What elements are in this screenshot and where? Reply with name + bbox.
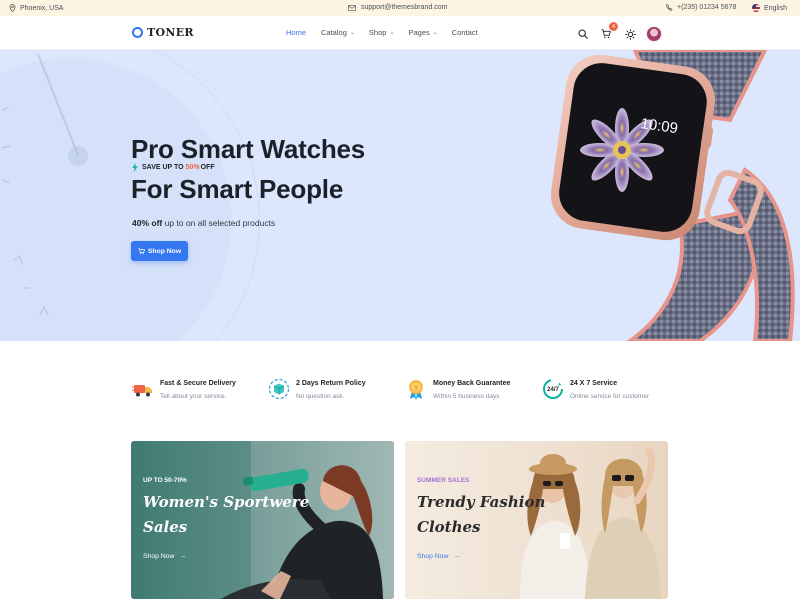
search-icon[interactable] [576, 27, 590, 41]
promo-prefix: SAVE UP TO [142, 164, 184, 171]
feature-desc: Within 5 business days [433, 393, 500, 400]
promo-suffix: OFF [200, 164, 215, 171]
nav-item-pages[interactable]: Pages ⌄ [408, 28, 437, 37]
arrow-right-icon: → [453, 553, 461, 560]
phone-icon [666, 4, 673, 11]
promo-highlight: 50% [185, 164, 200, 171]
logo-mark-icon [132, 27, 143, 38]
card-kicker: SUMMER SALES [417, 477, 470, 484]
hero-shop-now-button[interactable]: Shop Now [131, 241, 188, 261]
cart-icon [138, 247, 145, 254]
smart-watch-image: 10:09 [550, 50, 795, 341]
map-pin-icon [9, 4, 16, 12]
main-navbar: TONER Home Catalog ⌄ Shop ⌄ Pages ⌄ Contact… [0, 16, 800, 50]
nav-label: Catalog [321, 28, 347, 37]
user-avatar[interactable] [646, 26, 662, 42]
feature-title: Fast & Secure Delivery [160, 380, 236, 387]
nav-item-catalog[interactable]: Catalog ⌄ [321, 28, 355, 37]
feature-title: Money Back Guarantee [433, 380, 511, 387]
cart-icon [601, 29, 611, 39]
main-menu: Home Catalog ⌄ Shop ⌄ Pages ⌄ Contact [286, 28, 478, 37]
feature-delivery: Fast & Secure Delivery Tell about your s… [132, 378, 236, 400]
us-flag-icon [752, 4, 760, 12]
card-link-label: Shop Now [143, 553, 175, 560]
promo-card-fashion[interactable]: SUMMER SALES Trendy Fashion Clothes Shop… [405, 441, 668, 599]
nav-item-shop[interactable]: Shop ⌄ [369, 28, 395, 37]
features-section: Fast & Secure Delivery Tell about your s… [0, 341, 800, 441]
feature-title: 24 X 7 Service [570, 380, 618, 387]
feature-desc: No question ask. [296, 393, 345, 400]
card-title-line2: Sales [143, 518, 188, 536]
cart-count-badge: 4 [609, 22, 618, 31]
feature-return: 2 Days Return Policy No question ask. [268, 378, 366, 400]
card-shop-now-link[interactable]: Shop Now → [143, 553, 186, 560]
nav-actions: 4 [576, 22, 662, 42]
hero-title-line2: For Smart People [131, 174, 344, 204]
nav-label: Pages [408, 28, 430, 37]
feature-desc: Online service for customer [570, 393, 650, 400]
brand-logo[interactable]: TONER [132, 26, 194, 39]
location-info: Phoenix, USA [9, 4, 64, 12]
nav-label: Home [286, 28, 307, 37]
feature-title: 2 Days Return Policy [296, 380, 366, 387]
top-bar: Phoenix, USA support@themesbrand.com +(2… [0, 0, 800, 16]
svg-text:24/7: 24/7 [547, 387, 559, 393]
card-kicker: UP TO 50-70% [143, 477, 187, 484]
chevron-down-icon: ⌄ [432, 30, 438, 36]
feature-service: 24/7 24 X 7 Service Online service for c… [542, 378, 649, 400]
hero-title-line1: Pro Smart Watches [131, 134, 366, 164]
language-selector[interactable]: English [752, 4, 787, 12]
hero-subtitle-rest: up to on all selected products [164, 218, 276, 228]
nav-item-contact[interactable]: Contact [452, 28, 478, 37]
hero-subtitle: 40% off up to on all selected products [132, 218, 275, 228]
medal-badge-icon: $ [405, 378, 427, 400]
feature-money-back: $ Money Back Guarantee Within 5 business… [405, 378, 510, 400]
card-title-line2: Clothes [417, 518, 481, 536]
nav-label: Contact [451, 28, 478, 37]
email-info[interactable]: support@themesbrand.com [348, 4, 447, 11]
email-text[interactable]: support@themesbrand.com [361, 4, 447, 11]
arrow-right-icon: → [179, 553, 187, 560]
card-title-line1: Trendy Fashion [417, 493, 546, 511]
feature-desc: Tell about your service. [160, 393, 227, 400]
chevron-down-icon: ⌄ [349, 30, 355, 36]
nav-item-home[interactable]: Home [286, 28, 306, 37]
phone-text[interactable]: +(235) 01234 5678 [677, 4, 736, 11]
location-text: Phoenix, USA [20, 4, 64, 12]
nav-label: Shop [368, 28, 387, 37]
promo-card-sportswear[interactable]: UP TO 50-70% Women's Sportwere Sales Sho… [131, 441, 394, 599]
logo-text: TONER [147, 26, 194, 39]
delivery-truck-icon [132, 378, 154, 400]
return-box-icon [268, 378, 290, 400]
card-link-label: Shop Now [417, 553, 449, 560]
support-24-7-icon: 24/7 [542, 378, 564, 400]
mail-icon [348, 4, 356, 11]
language-text[interactable]: English [764, 5, 787, 12]
phone-info[interactable]: +(235) 01234 5678 [666, 4, 736, 11]
theme-toggle-icon[interactable] [623, 27, 637, 41]
hero-subtitle-bold: 40% off [132, 218, 163, 228]
card-title-line1: Women's Sportwere [143, 493, 310, 511]
hero-cta-label: Shop Now [147, 247, 182, 255]
cart-button[interactable]: 4 [599, 22, 618, 41]
card-shop-now-link[interactable]: Shop Now → [417, 553, 460, 560]
chevron-down-icon: ⌄ [389, 30, 395, 36]
hero-banner: SAVE UP TO 50% OFF Pro Smart Watches For… [0, 50, 800, 341]
